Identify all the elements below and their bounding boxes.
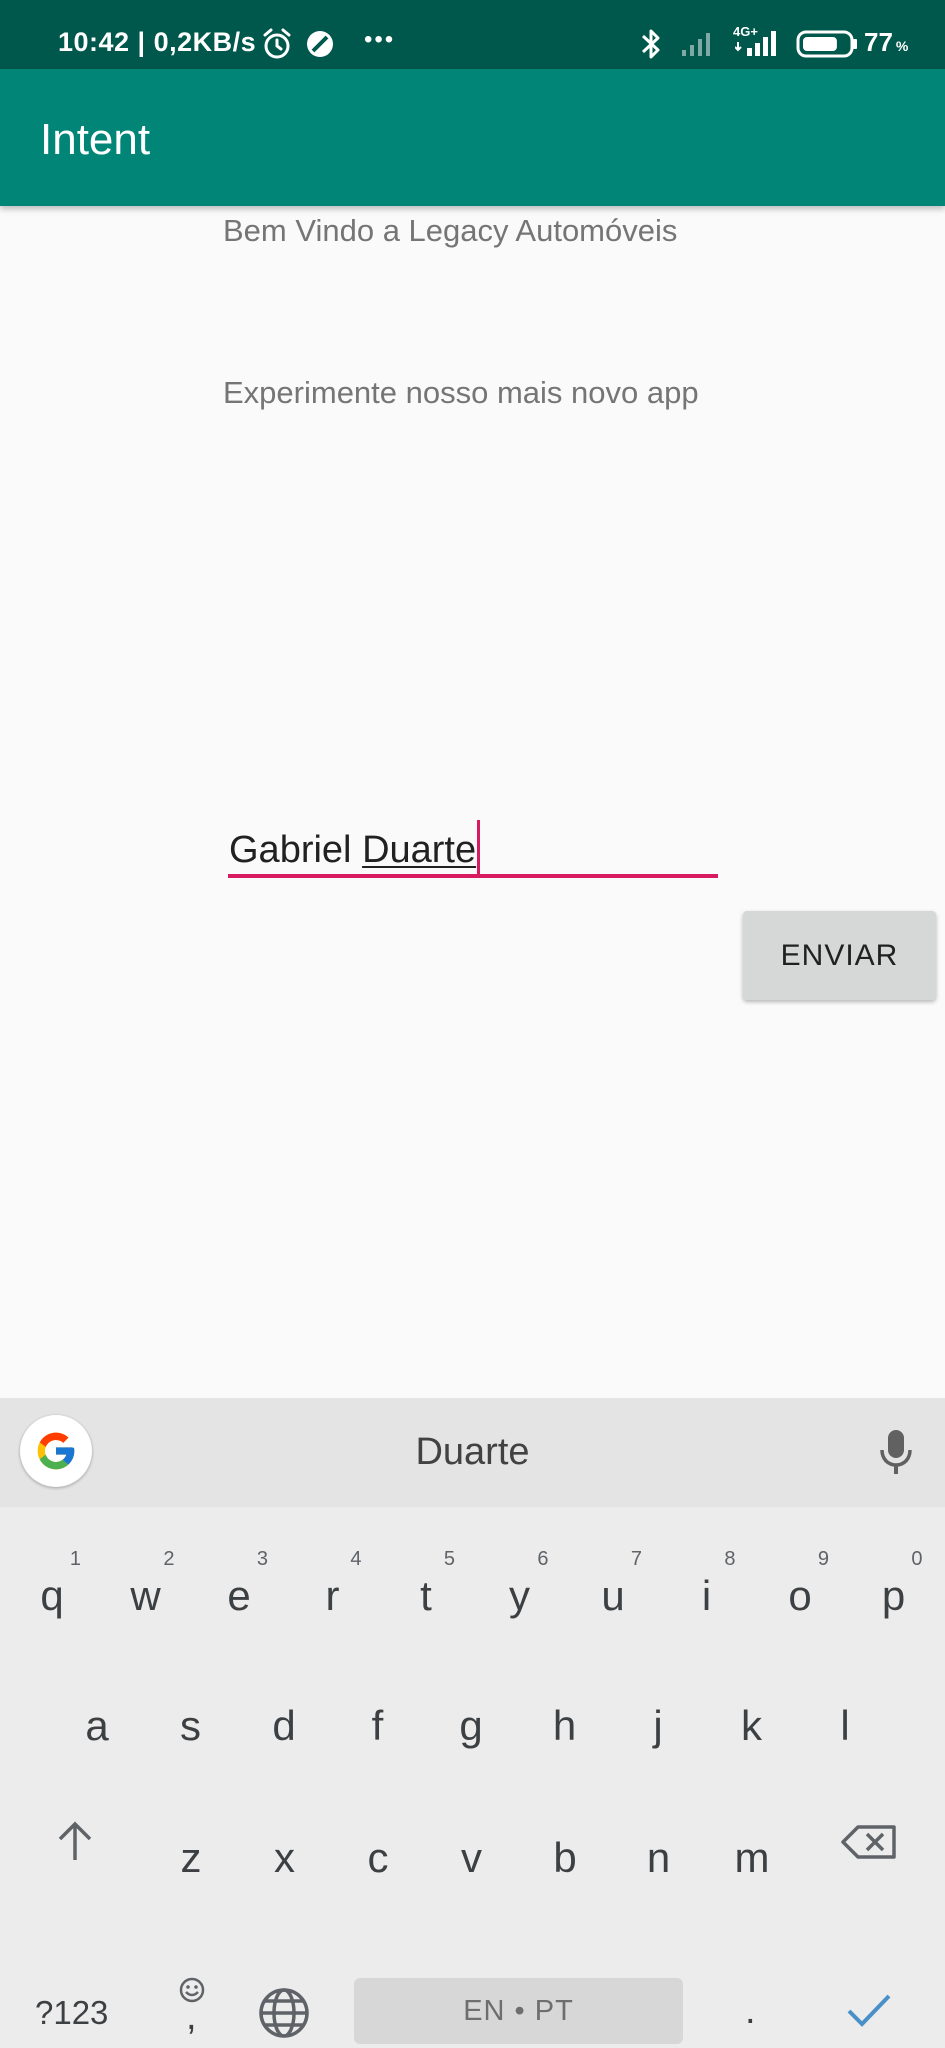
status-bar: 10:42 | 0,2KB/s ••• 4G+ 77% <box>0 0 945 69</box>
signal-strength-icon-sim2 <box>735 31 776 56</box>
key-v[interactable]: v <box>427 1802 517 1922</box>
key-w[interactable]: w2 <box>101 1540 191 1660</box>
key-o[interactable]: o9 <box>755 1540 845 1660</box>
key-t[interactable]: t5 <box>381 1540 471 1660</box>
key-s[interactable]: s <box>146 1670 236 1790</box>
app-bar: Intent <box>0 69 945 206</box>
key-label: f <box>371 1702 384 1749</box>
key-label: g <box>459 1702 483 1749</box>
key-m[interactable]: m <box>707 1802 797 1922</box>
alarm-icon <box>263 28 291 59</box>
shift-icon[interactable] <box>55 1820 95 1864</box>
key-number-hint: 7 <box>630 1548 642 1570</box>
key-label: h <box>552 1702 577 1749</box>
key-u[interactable]: u7 <box>568 1540 658 1660</box>
key-label: c <box>367 1834 389 1881</box>
key-k[interactable]: k <box>707 1670 797 1790</box>
key-number-hint: 5 <box>443 1548 455 1570</box>
key-label: r <box>325 1572 340 1619</box>
key-a[interactable]: a <box>52 1670 142 1790</box>
key-h[interactable]: h <box>520 1670 610 1790</box>
welcome-text: Bem Vindo a Legacy Automóveis <box>223 213 678 248</box>
key-label: y <box>509 1572 530 1619</box>
space-key[interactable]: EN • PT <box>354 1978 683 2044</box>
battery-percent: 77% <box>864 27 908 58</box>
key-label: p <box>881 1572 906 1619</box>
key-label: l <box>840 1702 850 1749</box>
more-notifications-icon: ••• <box>364 26 396 53</box>
key-number-hint: 0 <box>911 1548 923 1570</box>
key-label: i <box>701 1572 712 1619</box>
key-label: d <box>272 1702 296 1749</box>
key-c[interactable]: c <box>333 1802 423 1922</box>
language-globe-icon[interactable] <box>257 1986 311 2040</box>
key-number-hint: 6 <box>537 1548 549 1570</box>
key-y[interactable]: y6 <box>475 1540 565 1660</box>
key-x[interactable]: x <box>240 1802 330 1922</box>
key-q[interactable]: q1 <box>7 1540 97 1660</box>
key-label: a <box>85 1702 109 1749</box>
battery-icon <box>796 30 857 58</box>
soft-keyboard: Duarte q1w2e3r4t5y6u7i8o9p0 asdfghjkl zx… <box>0 1398 945 2048</box>
comma-key[interactable]: , <box>186 1996 197 2039</box>
key-g[interactable]: g <box>426 1670 516 1790</box>
app-title: Intent <box>40 115 151 164</box>
battery-percent-sign: % <box>895 38 909 54</box>
key-i[interactable]: i8 <box>662 1540 752 1660</box>
key-l[interactable]: l <box>800 1670 890 1790</box>
key-p[interactable]: p0 <box>849 1540 939 1660</box>
key-label: u <box>601 1572 625 1619</box>
symbols-key[interactable]: ?123 <box>35 1994 108 2032</box>
name-input-text[interactable]: Gabriel Duarte <box>229 820 481 876</box>
signal-strength-icon-sim1 <box>682 33 710 56</box>
key-label: m <box>734 1834 770 1881</box>
suggestion-bar: Duarte <box>0 1398 945 1507</box>
key-label: v <box>461 1834 482 1881</box>
battery-percent-value: 77 <box>864 27 893 57</box>
key-label: e <box>227 1572 251 1619</box>
key-number-hint: 8 <box>724 1548 736 1570</box>
key-z[interactable]: z <box>146 1802 236 1922</box>
key-f[interactable]: f <box>333 1670 423 1790</box>
key-number-hint: 4 <box>350 1548 362 1570</box>
key-number-hint: 3 <box>256 1548 268 1570</box>
key-e[interactable]: e3 <box>194 1540 284 1660</box>
period-key[interactable]: . <box>745 1990 756 2033</box>
key-number-hint: 1 <box>69 1548 81 1570</box>
key-label: o <box>788 1572 812 1619</box>
microphone-icon[interactable] <box>878 1428 914 1478</box>
status-time-speed: 10:42 | 0,2KB/s <box>58 27 257 57</box>
key-number-hint: 9 <box>817 1548 829 1570</box>
key-label: b <box>553 1834 577 1881</box>
key-b[interactable]: b <box>520 1802 610 1922</box>
key-label: t <box>420 1572 432 1619</box>
input-underline <box>228 874 718 878</box>
key-n[interactable]: n <box>614 1802 704 1922</box>
subtitle-text: Experimente nosso mais novo app <box>223 375 699 410</box>
key-j[interactable]: j <box>613 1670 703 1790</box>
key-label: k <box>741 1702 762 1749</box>
backspace-icon[interactable] <box>840 1824 898 1860</box>
name-input-composing-text: Duarte <box>362 829 477 871</box>
suggestion-word[interactable]: Duarte <box>0 1431 945 1474</box>
name-input-committed-text: Gabriel <box>229 829 363 871</box>
key-label: s <box>180 1702 201 1749</box>
key-number-hint: 2 <box>163 1548 175 1570</box>
enter-check-icon[interactable] <box>846 1992 892 2028</box>
name-input[interactable]: Gabriel Duarte <box>228 806 718 882</box>
key-label: j <box>653 1702 663 1749</box>
key-label: x <box>274 1834 295 1881</box>
key-d[interactable]: d <box>239 1670 329 1790</box>
do-not-disturb-icon <box>307 31 333 57</box>
key-label: q <box>40 1572 64 1619</box>
key-r[interactable]: r4 <box>288 1540 378 1660</box>
key-label: z <box>180 1834 202 1881</box>
text-cursor <box>477 820 481 876</box>
key-label: n <box>646 1834 671 1881</box>
key-label: w <box>130 1572 161 1619</box>
bluetooth-icon <box>641 29 660 59</box>
send-button[interactable]: ENVIAR <box>743 911 936 1000</box>
